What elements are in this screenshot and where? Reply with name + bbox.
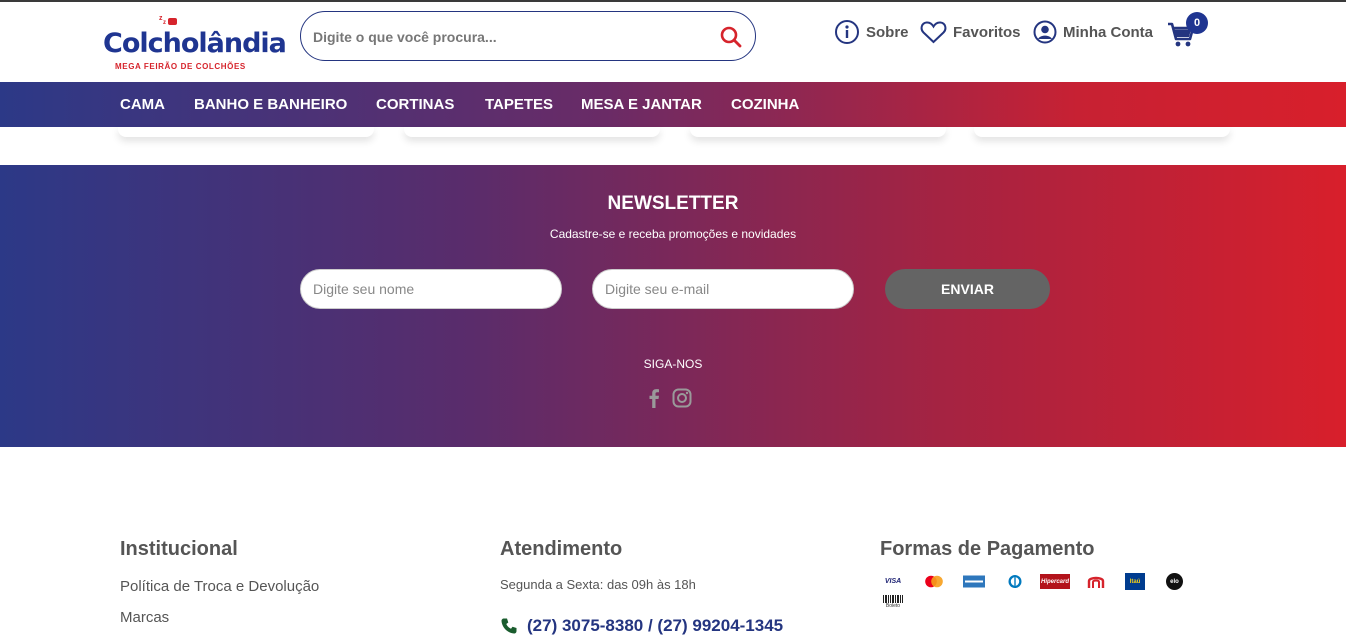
visa-label: VISA [884, 578, 902, 585]
footer-service-hours: Segunda a Sexta: das 09h às 18h [500, 577, 696, 592]
user-icon [1033, 20, 1057, 44]
itau-label: Itaú [1129, 578, 1141, 585]
footer-phone[interactable]: (27) 3075-8380 / (27) 99204-1345 [500, 616, 783, 636]
account-link[interactable]: Minha Conta [1033, 18, 1153, 46]
nav-item-cortinas[interactable]: CORTINAS [376, 82, 454, 127]
hipercard-icon: Hipercard [1040, 574, 1070, 589]
site-header: z z Colcholândia MEGA FEIRÃO DE COLCHÕES… [0, 2, 1346, 82]
favorites-link[interactable]: Favoritos [920, 18, 1021, 46]
nav-item-mesa[interactable]: MESA E JANTAR [581, 82, 702, 127]
elo-label: elo [1170, 578, 1179, 585]
footer-payment-title: Formas de Pagamento [880, 538, 1095, 560]
amex-icon [963, 575, 985, 588]
product-card-shadow [404, 127, 660, 137]
newsletter-section: NEWSLETTER Cadastre-se e receba promoçõe… [0, 165, 1346, 447]
nav-item-tapetes[interactable]: TAPETES [485, 82, 553, 127]
footer-link-return-policy[interactable]: Política de Troca e Devolução [120, 578, 319, 595]
itau-icon: Itaú [1125, 573, 1145, 590]
nav-item-cozinha[interactable]: COZINHA [731, 82, 799, 127]
footer-institutional-title: Institucional [120, 538, 238, 560]
search-icon[interactable] [719, 25, 743, 49]
newsletter-submit-button[interactable]: ENVIAR [885, 269, 1050, 309]
account-label: Minha Conta [1063, 23, 1153, 41]
svg-text:z: z [163, 20, 166, 26]
category-nav: CAMA BANHO E BANHEIRO CORTINAS TAPETES M… [0, 82, 1346, 127]
facebook-icon[interactable] [643, 387, 665, 409]
visa-icon: VISA [880, 574, 906, 589]
nav-item-cama[interactable]: CAMA [120, 82, 165, 127]
footer-phone-number: (27) 3075-8380 / (27) 99204-1345 [527, 616, 784, 635]
phone-icon [501, 618, 517, 634]
logo-tagline: MEGA FEIRÃO DE COLCHÕES [115, 62, 246, 71]
about-label: Sobre [866, 23, 909, 41]
favorites-label: Favoritos [953, 23, 1021, 41]
boleto-label: Boleto [885, 603, 901, 609]
newsletter-subtitle: Cadastre-se e receba promoções e novidad… [549, 227, 797, 241]
logo[interactable]: z z Colcholândia MEGA FEIRÃO DE COLCHÕES [103, 10, 287, 74]
elo-icon: elo [1166, 573, 1183, 590]
newsletter-name-input[interactable] [300, 269, 562, 309]
nav-item-banho[interactable]: BANHO E BANHEIRO [194, 82, 347, 127]
barcode-icon [883, 595, 903, 603]
cart-button[interactable]: 0 [1167, 12, 1211, 48]
newsletter-email-input[interactable] [592, 269, 854, 309]
hipercard-label: Hipercard [1040, 578, 1069, 585]
banrisul-icon [1087, 576, 1105, 588]
instagram-icon[interactable] [671, 387, 693, 409]
about-link[interactable]: Sobre [834, 18, 909, 46]
diners-icon [1008, 575, 1022, 588]
footer-service-title: Atendimento [500, 538, 623, 560]
product-card-shadow [690, 127, 946, 137]
search-input[interactable] [313, 24, 703, 50]
logo-text: Colcholândia [103, 28, 287, 59]
follow-us-label: SIGA-NOS [643, 357, 703, 371]
product-card-shadow [974, 127, 1230, 137]
product-card-shadow [118, 127, 374, 137]
heart-icon [920, 21, 947, 44]
search-box [300, 11, 756, 61]
info-icon [835, 20, 859, 44]
cart-count-badge: 0 [1186, 12, 1208, 34]
logo-sleep-icon: z z [159, 15, 177, 26]
boleto-icon: Boleto [880, 594, 906, 610]
footer-link-brands[interactable]: Marcas [120, 609, 169, 626]
mastercard-icon [925, 575, 943, 588]
newsletter-title: NEWSLETTER [607, 193, 739, 214]
